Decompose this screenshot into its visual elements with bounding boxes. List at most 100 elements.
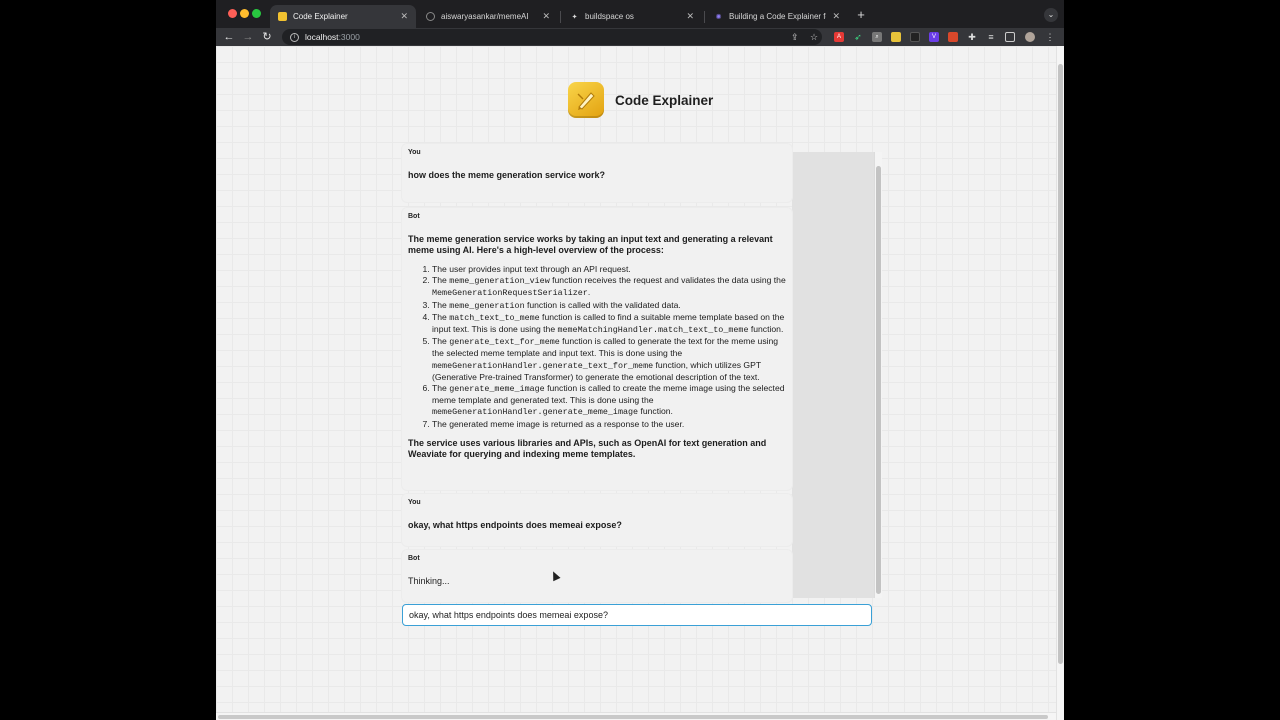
reading-list-icon[interactable]: ≡ xyxy=(986,32,996,42)
process-step: The generate_meme_image function is call… xyxy=(432,383,786,419)
step-text: The xyxy=(432,336,450,347)
new-tab-button[interactable]: + xyxy=(854,8,868,22)
message-sender: Bot xyxy=(408,555,420,562)
code-identifier: memeGenerationHandler.generate_text_for_… xyxy=(432,360,654,371)
bookmark-star-icon[interactable]: ☆ xyxy=(810,32,818,43)
user-message: You how does the meme generation service… xyxy=(402,144,792,202)
close-tab-icon[interactable]: ✕ xyxy=(686,11,694,22)
adblock-extension-icon[interactable]: A xyxy=(834,32,844,42)
buildspace-icon: ✦ xyxy=(571,13,578,21)
page-viewport: Code Explainer You how does the meme gen… xyxy=(216,46,1064,720)
notes-extension-icon[interactable] xyxy=(891,32,901,42)
tab-memeai-repo[interactable]: aiswaryasankar/memeAI ✕ xyxy=(418,5,558,28)
response-intro: The meme generation service works by tak… xyxy=(408,234,773,255)
tab-building-code-explainer[interactable]: ✺ Building a Code Explainer for C ✕ xyxy=(706,5,848,28)
step-text: The user provides input text through an … xyxy=(432,264,631,274)
step-text: The xyxy=(432,275,450,286)
code-identifier: generate_meme_image xyxy=(449,384,545,395)
process-step: The meme_generation_view function receiv… xyxy=(432,275,786,299)
code-identifier: memeGenerationHandler.generate_meme_imag… xyxy=(432,407,639,418)
step-text: function. xyxy=(748,324,784,335)
page-scrollbar-thumb[interactable] xyxy=(1058,64,1063,664)
tab-label: buildspace os xyxy=(585,12,634,21)
tab-separator xyxy=(560,11,561,23)
process-steps-list: The user provides input text through an … xyxy=(432,264,786,430)
process-step: The generated meme image is returned as … xyxy=(432,419,786,430)
url-host: localhost xyxy=(305,32,339,42)
screen-extension-icon[interactable] xyxy=(910,32,920,42)
minimize-window-button[interactable] xyxy=(240,9,249,18)
response-outro: The service uses various libraries and A… xyxy=(408,437,767,459)
close-tab-icon[interactable]: ✕ xyxy=(400,11,408,22)
share-icon[interactable]: ⇪ xyxy=(791,32,799,43)
red-extension-icon[interactable] xyxy=(948,32,958,42)
gear-icon: ✺ xyxy=(715,13,722,21)
reload-icon[interactable]: ↻ xyxy=(260,30,274,44)
tab-buildspace[interactable]: ✦ buildspace os ✕ xyxy=(562,5,702,28)
step-text: The xyxy=(432,311,450,322)
forward-icon[interactable]: → xyxy=(241,30,255,44)
close-window-button[interactable] xyxy=(228,9,237,18)
code-identifier: meme_generation xyxy=(449,300,525,311)
tab-separator xyxy=(704,11,705,23)
close-tab-icon[interactable]: ✕ xyxy=(832,11,840,22)
code-identifier: memeMatchingHandler.match_text_to_meme xyxy=(557,325,749,336)
profile-avatar[interactable] xyxy=(1025,32,1035,42)
rocket-extension-icon[interactable]: ➶ xyxy=(853,32,863,42)
code-identifier: meme_generation_view xyxy=(449,276,550,287)
process-step: The meme_generation function is called w… xyxy=(432,300,786,312)
user-message: You okay, what https endpoints does meme… xyxy=(402,494,792,546)
bot-response-body: The meme generation service works by tak… xyxy=(408,234,786,460)
tab-label: Code Explainer xyxy=(293,12,348,21)
thinking-indicator: Thinking... xyxy=(408,576,450,586)
step-text: The generated meme image is returned as … xyxy=(432,418,685,429)
process-step: The user provides input text through an … xyxy=(432,264,786,275)
search-extension-icon[interactable]: ⌕ xyxy=(872,32,882,42)
message-text: okay, what https endpoints does memeai e… xyxy=(408,520,622,530)
step-text: function receives the request and valida… xyxy=(549,275,786,286)
browser-window: Code Explainer ✕ aiswaryasankar/memeAI ✕… xyxy=(216,0,1064,720)
pencil-ruler-icon xyxy=(577,92,595,110)
tab-label: Building a Code Explainer for C xyxy=(729,12,826,21)
maximize-window-button[interactable] xyxy=(252,9,261,18)
github-icon xyxy=(426,12,435,21)
code-explainer-logo-icon xyxy=(568,82,604,118)
chat-panel: You how does the meme generation service… xyxy=(402,144,882,602)
back-icon[interactable]: ← xyxy=(222,30,236,44)
step-text: function. xyxy=(638,406,673,417)
chat-scrollbar-thumb[interactable] xyxy=(876,166,881,594)
message-sender: Bot xyxy=(408,213,420,220)
step-text: The xyxy=(432,299,450,310)
page-horizontal-scrollbar-thumb[interactable] xyxy=(218,715,1048,719)
chat-input[interactable]: okay, what https endpoints does memeai e… xyxy=(402,604,872,626)
process-step: The match_text_to_meme function is calle… xyxy=(432,312,786,336)
tab-code-explainer[interactable]: Code Explainer ✕ xyxy=(270,5,416,28)
chat-panel-background xyxy=(792,152,874,598)
code-identifier: generate_text_for_meme xyxy=(449,337,560,348)
message-sender: You xyxy=(408,499,421,506)
extensions-puzzle-icon[interactable]: ✚ xyxy=(967,32,977,42)
code-identifier: match_text_to_meme xyxy=(449,312,540,323)
address-bar[interactable]: i localhost:3000 xyxy=(282,29,822,45)
side-panel-icon[interactable] xyxy=(1005,32,1015,42)
browser-toolbar: ← → ↻ i localhost:3000 ⇪ ☆ A ➶ ⌕ V ✚ ≡ ⋮ xyxy=(216,28,1064,46)
browser-menu-icon[interactable]: ⋮ xyxy=(1045,32,1055,42)
app-title: Code Explainer xyxy=(615,92,714,108)
bot-message: Bot Thinking... xyxy=(402,550,792,602)
close-tab-icon[interactable]: ✕ xyxy=(542,11,550,22)
message-sender: You xyxy=(408,149,421,156)
tab-label: aiswaryasankar/memeAI xyxy=(441,12,529,21)
message-text: how does the meme generation service wor… xyxy=(408,170,606,180)
step-text: . xyxy=(587,287,591,298)
url-port: :3000 xyxy=(338,32,360,42)
step-text: function is called with the validated da… xyxy=(524,299,681,310)
process-step: The generate_text_for_meme function is c… xyxy=(432,336,786,383)
chat-input-value: okay, what https endpoints does memeai e… xyxy=(409,610,608,620)
tab-search-button[interactable]: ⌄ xyxy=(1044,8,1058,22)
app-header: Code Explainer xyxy=(568,82,713,118)
site-info-icon[interactable]: i xyxy=(290,32,299,42)
bot-message: Bot The meme generation service works by… xyxy=(402,208,792,490)
code-explainer-favicon-icon xyxy=(278,12,287,21)
code-identifier: MemeGenerationRequestSerializer xyxy=(432,288,588,299)
v-extension-icon[interactable]: V xyxy=(929,32,939,42)
